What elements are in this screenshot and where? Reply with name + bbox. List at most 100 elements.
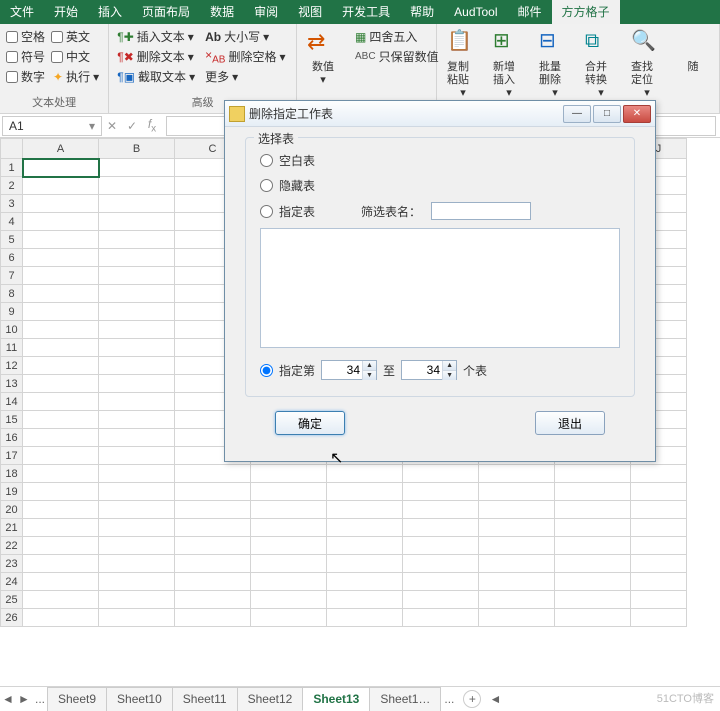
btn-insert-text[interactable]: ¶✚插入文本 ▾ [115,27,197,46]
spin-up-icon[interactable]: ▲ [362,361,376,371]
row-header-2[interactable]: 2 [1,177,23,195]
cell-A15[interactable] [23,411,99,429]
sheet-nav-more[interactable]: ... [32,692,48,706]
tab-review[interactable]: 审阅 [244,0,288,24]
cell-B11[interactable] [99,339,175,357]
btn-keep-number[interactable]: ABC只保留数值 [353,47,441,66]
cell-G18[interactable] [479,465,555,483]
cell-B13[interactable] [99,375,175,393]
sheet-tab-Sheet9[interactable]: Sheet9 [47,687,107,711]
cell-G26[interactable] [479,609,555,627]
row-header-3[interactable]: 3 [1,195,23,213]
cell-B21[interactable] [99,519,175,537]
cell-D20[interactable] [251,501,327,519]
cell-A2[interactable] [23,177,99,195]
chk-english[interactable]: 英文 [51,27,101,46]
cell-H23[interactable] [555,555,631,573]
cell-B6[interactable] [99,249,175,267]
row-header-24[interactable]: 24 [1,573,23,591]
cell-B9[interactable] [99,303,175,321]
chk-symbol[interactable]: 符号 [6,47,45,66]
row-header-4[interactable]: 4 [1,213,23,231]
radio-blank-sheet[interactable] [260,154,273,167]
col-header-B[interactable]: B [99,139,175,159]
tab-mail[interactable]: 邮件 [508,0,552,24]
cell-A23[interactable] [23,555,99,573]
cell-A4[interactable] [23,213,99,231]
cell-B15[interactable] [99,411,175,429]
row-header-9[interactable]: 9 [1,303,23,321]
btn-batch-delete[interactable]: ⊟批量删除▾ [535,27,575,103]
cell-B17[interactable] [99,447,175,465]
cell-A14[interactable] [23,393,99,411]
cell-A26[interactable] [23,609,99,627]
radio-specific-sheet[interactable] [260,205,273,218]
tab-pagelayout[interactable]: 页面布局 [132,0,200,24]
tab-help[interactable]: 帮助 [400,0,444,24]
cell-H26[interactable] [555,609,631,627]
cell-G21[interactable] [479,519,555,537]
btn-delete-space[interactable]: ×AB删除空格 ▾ [203,47,287,66]
cell-D25[interactable] [251,591,327,609]
row-header-19[interactable]: 19 [1,483,23,501]
cell-B16[interactable] [99,429,175,447]
cell-E26[interactable] [327,609,403,627]
btn-delete-text[interactable]: ¶✖删除文本 ▾ [115,47,197,66]
cell-A7[interactable] [23,267,99,285]
cell-A20[interactable] [23,501,99,519]
cell-A5[interactable] [23,231,99,249]
cell-J25[interactable] [631,591,687,609]
cell-G25[interactable] [479,591,555,609]
cell-B2[interactable] [99,177,175,195]
spin-from[interactable]: ▲▼ [321,360,377,380]
cell-B23[interactable] [99,555,175,573]
cell-C22[interactable] [175,537,251,555]
cell-E20[interactable] [327,501,403,519]
tab-file[interactable]: 文件 [0,0,44,24]
cell-E23[interactable] [327,555,403,573]
cell-H20[interactable] [555,501,631,519]
row-header-26[interactable]: 26 [1,609,23,627]
cell-F23[interactable] [403,555,479,573]
btn-case[interactable]: Ab大小写 ▾ [203,27,287,46]
chk-chinese[interactable]: 中文 [51,47,101,66]
cell-J24[interactable] [631,573,687,591]
row-header-22[interactable]: 22 [1,537,23,555]
spin-down-icon[interactable]: ▼ [442,371,456,380]
cell-F21[interactable] [403,519,479,537]
sheet-listbox[interactable] [260,228,620,348]
sheet-tab-Sheet11[interactable]: Sheet11 [172,687,238,711]
sheet-nav-next[interactable]: ► [16,692,32,706]
cell-C21[interactable] [175,519,251,537]
cell-G19[interactable] [479,483,555,501]
cell-F20[interactable] [403,501,479,519]
cell-H19[interactable] [555,483,631,501]
cell-D26[interactable] [251,609,327,627]
spin-to-input[interactable] [402,361,442,379]
cell-E24[interactable] [327,573,403,591]
row-header-21[interactable]: 21 [1,519,23,537]
row-header-11[interactable]: 11 [1,339,23,357]
exit-button[interactable]: 退出 [535,411,605,435]
btn-execute[interactable]: ✦执行 ▾ [51,67,101,86]
cell-J26[interactable] [631,609,687,627]
sheet-tab-Sheet13[interactable]: Sheet13 [302,687,370,711]
btn-add-insert[interactable]: ⊞新增插入▾ [489,27,529,103]
radio-hidden-sheet[interactable] [260,179,273,192]
cell-A6[interactable] [23,249,99,267]
cell-E22[interactable] [327,537,403,555]
cell-J18[interactable] [631,465,687,483]
cell-D24[interactable] [251,573,327,591]
row-header-8[interactable]: 8 [1,285,23,303]
cell-C26[interactable] [175,609,251,627]
radio-range-sheet[interactable] [260,364,273,377]
btn-more[interactable]: 更多 ▾ [203,67,287,86]
cell-F26[interactable] [403,609,479,627]
row-header-6[interactable]: 6 [1,249,23,267]
cell-D23[interactable] [251,555,327,573]
close-button[interactable]: ✕ [623,105,651,123]
cell-B14[interactable] [99,393,175,411]
sheet-tab-Sheet10[interactable]: Sheet10 [106,687,173,711]
cell-B22[interactable] [99,537,175,555]
cancel-formula-icon[interactable]: ✕ [102,119,122,133]
